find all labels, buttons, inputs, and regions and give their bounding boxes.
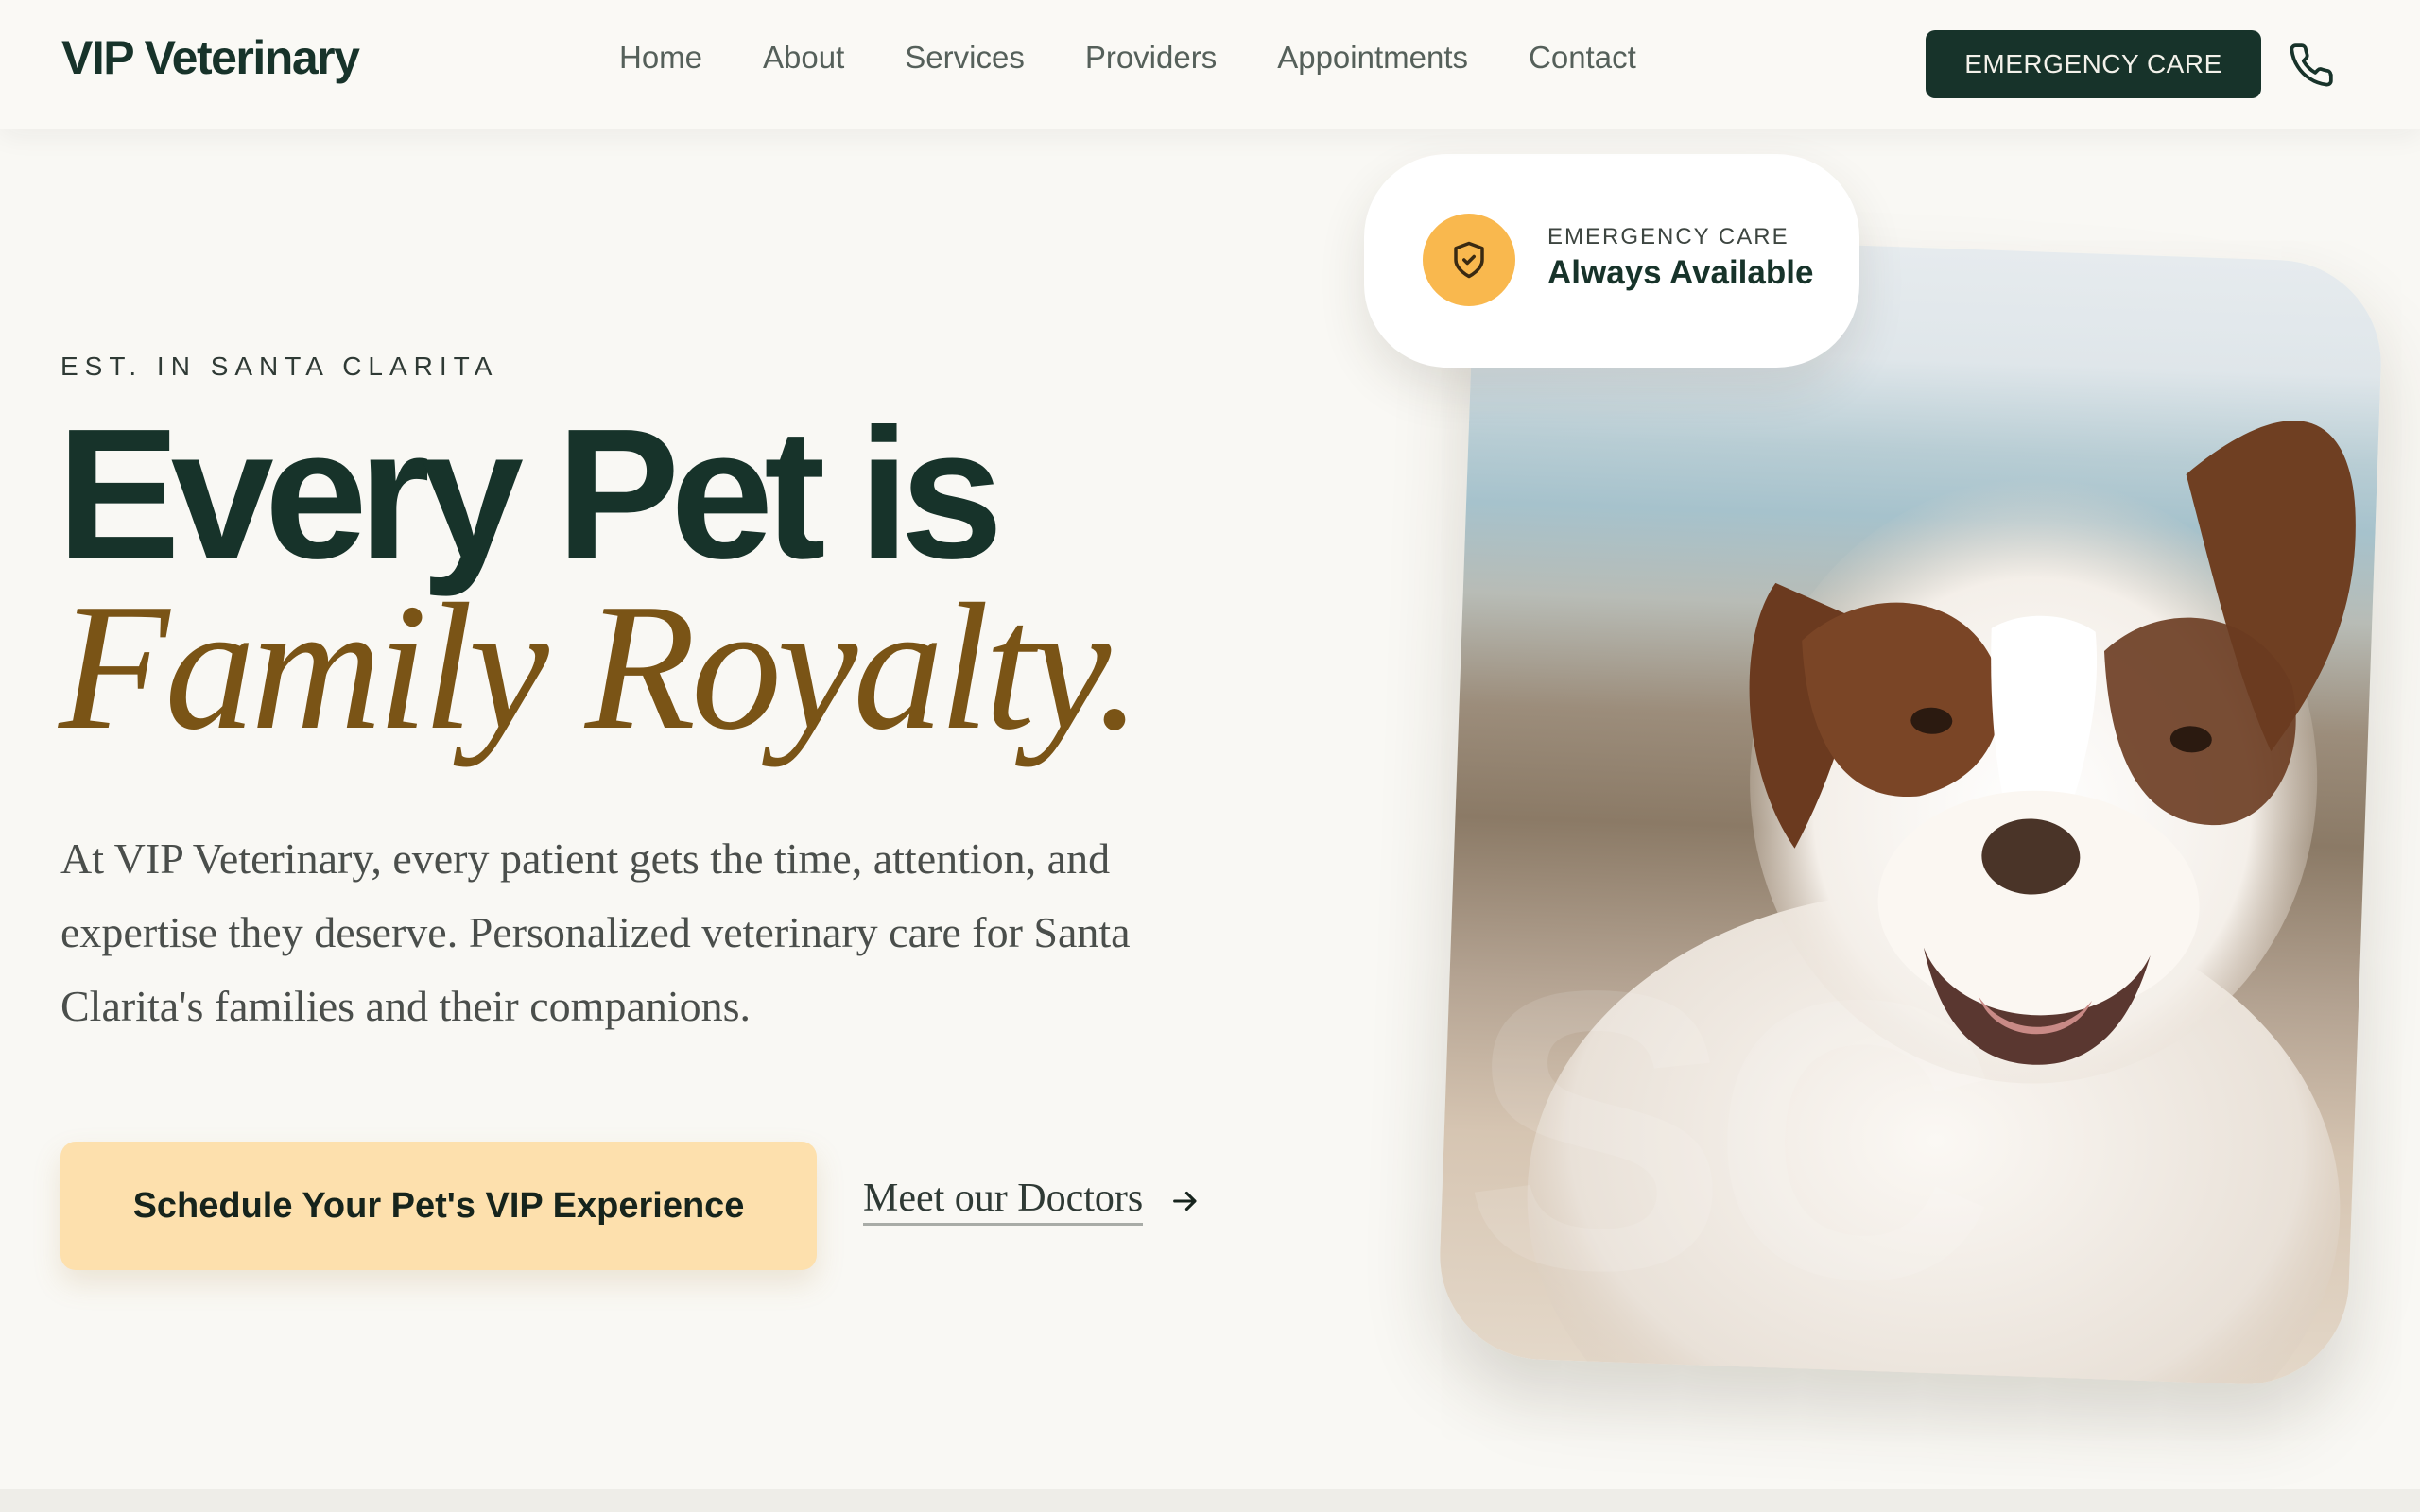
nav-providers[interactable]: Providers: [1085, 40, 1217, 76]
dog-photo: [1436, 232, 2385, 1388]
arrow-right-icon: [1173, 1191, 1197, 1211]
schedule-appointment-button[interactable]: Schedule Your Pet's VIP Experience: [60, 1142, 817, 1270]
dog-illustration: [1527, 421, 2356, 1388]
next-section-edge: [0, 1489, 2420, 1512]
emergency-care-button[interactable]: EMERGENCY CARE: [1926, 30, 2261, 98]
site-header: VIP Veterinary Home About Services Provi…: [0, 0, 2420, 129]
hero-headline-primary: Every Pet is: [57, 390, 1003, 597]
nav-home[interactable]: Home: [619, 40, 702, 76]
emergency-badge: EMERGENCY CARE Always Available: [1364, 154, 1859, 368]
shield-check-icon: [1423, 214, 1515, 306]
badge-kicker: EMERGENCY CARE: [1547, 224, 1789, 249]
hero-headline-accent: Family Royalty.: [59, 566, 1142, 767]
nav-about[interactable]: About: [763, 40, 844, 76]
meet-doctors-label: Meet our Doctors: [863, 1176, 1144, 1226]
badge-title: Always Available: [1547, 254, 1814, 291]
hero-eyebrow: EST. IN SANTA CLARITA: [60, 352, 499, 381]
nav-contact[interactable]: Contact: [1529, 40, 1636, 76]
nav-appointments[interactable]: Appointments: [1277, 40, 1468, 76]
nav-services[interactable]: Services: [905, 40, 1025, 76]
site-logo[interactable]: VIP Veterinary: [61, 30, 360, 85]
main-nav: Home About Services Providers Appointmen…: [619, 40, 1636, 76]
phone-icon[interactable]: [2288, 42, 2335, 89]
meet-doctors-link[interactable]: Meet our Doctors: [863, 1176, 1201, 1226]
hero-intro-text: At VIP Veterinary, every patient gets th…: [60, 834, 1131, 1030]
